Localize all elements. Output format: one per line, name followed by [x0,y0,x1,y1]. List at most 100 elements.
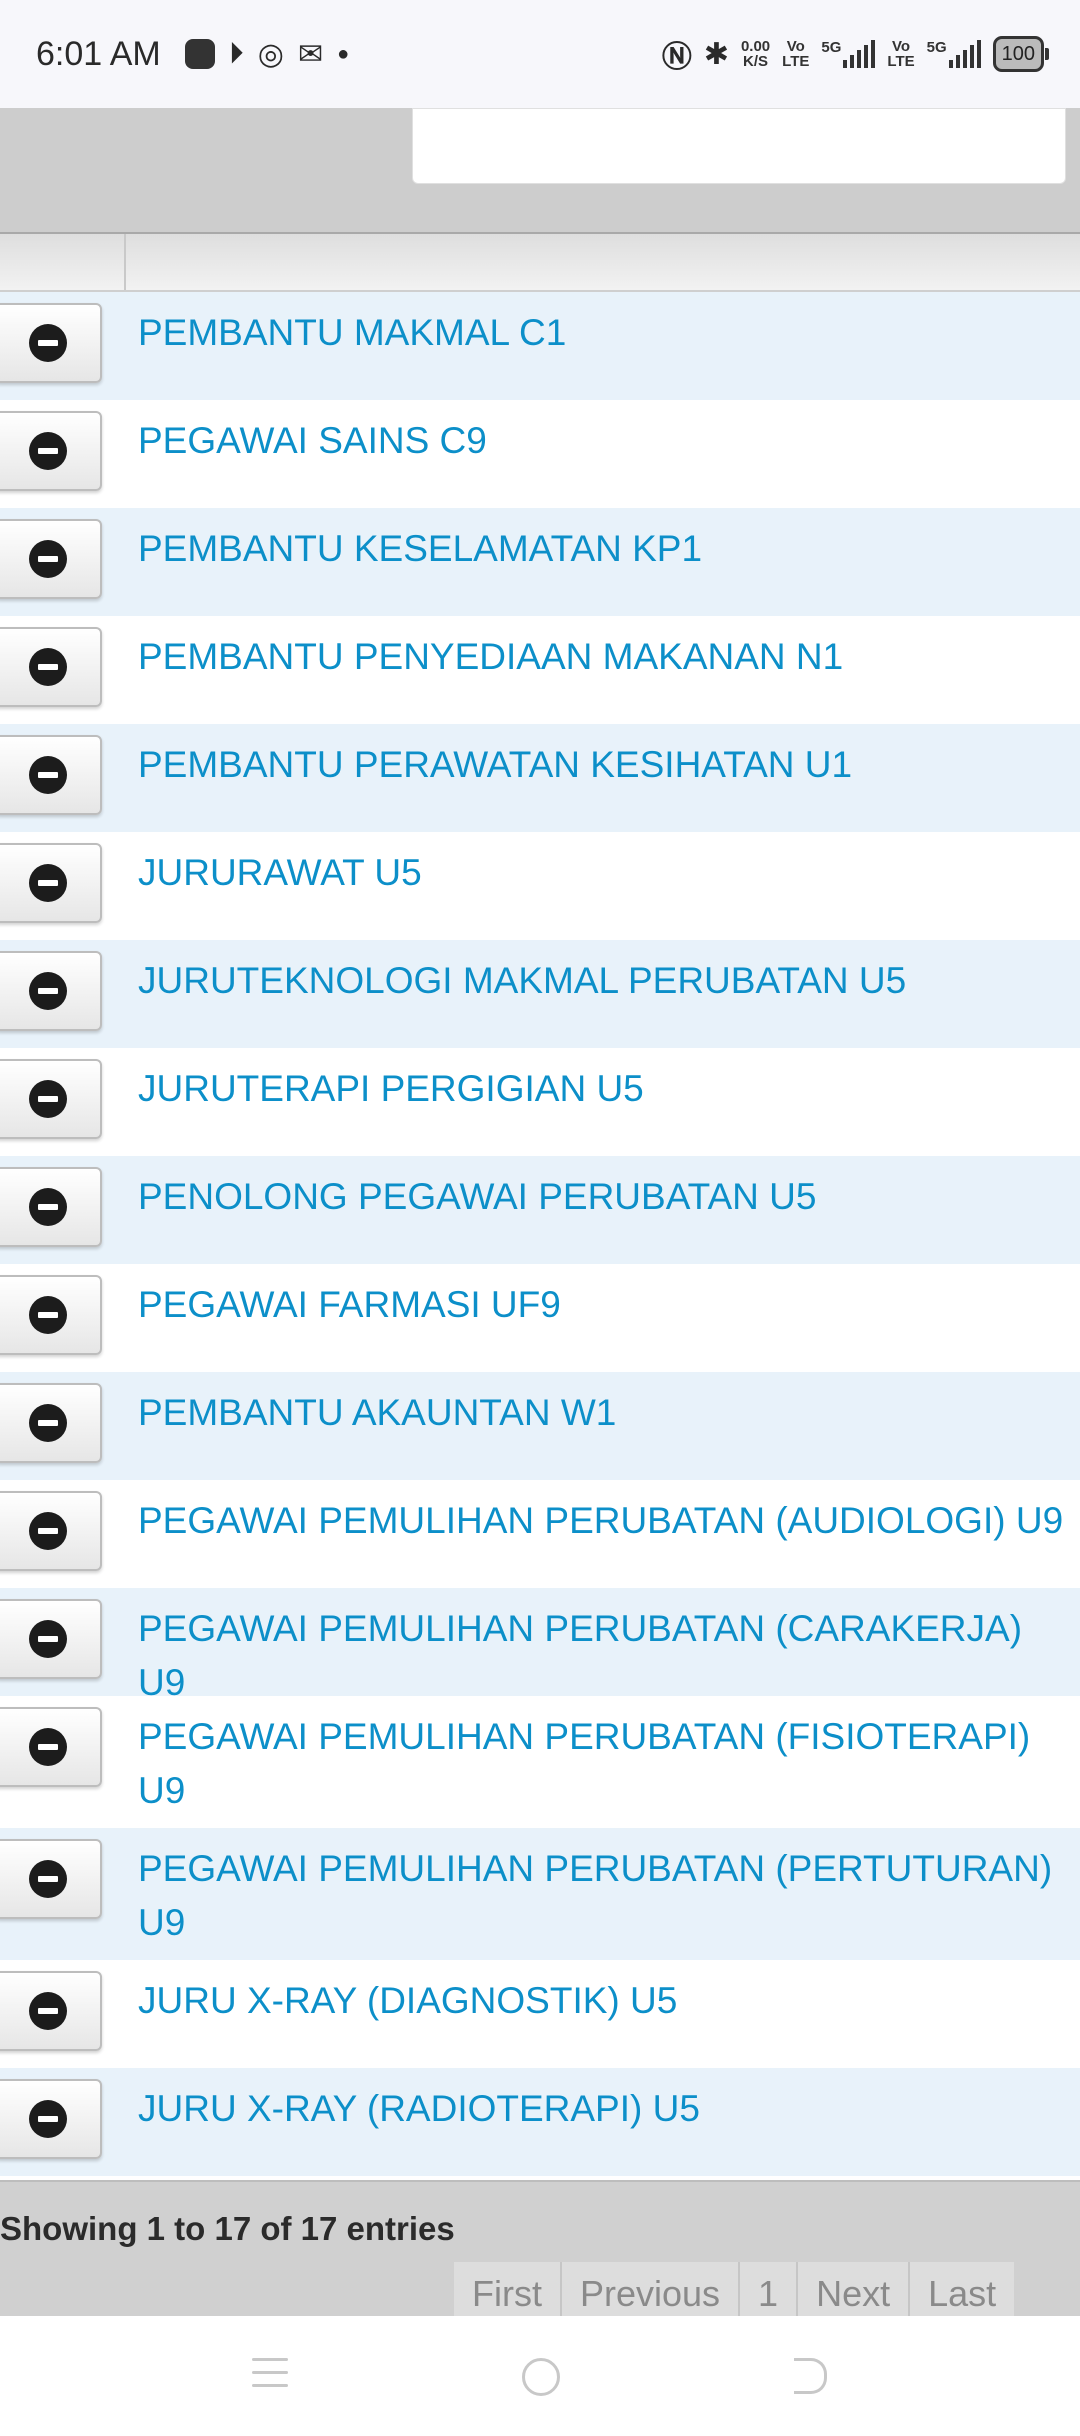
remove-row-button[interactable] [0,411,102,491]
sim1-volte: Vo LTE [782,38,810,70]
table-row: PEMBANTU MAKMAL C1 [0,292,1080,400]
first-page-button[interactable]: First [454,2262,562,2318]
battery-icon: 100 [992,36,1050,72]
row-link[interactable]: PEMBANTU AKAUNTAN W1 [138,1386,1072,1440]
column-divider [124,234,126,290]
last-page-button[interactable]: Last [910,2262,1015,2318]
page-1-button[interactable]: 1 [740,2262,799,2318]
row-link[interactable]: JURUTEKNOLOGI MAKMAL PERUBATAN U5 [138,954,1072,1008]
status-time: 6:01 AM [36,34,161,73]
remove-row-button[interactable] [0,303,102,383]
table-row: PEGAWAI PEMULIHAN PERUBATAN (AUDIOLOGI) … [0,1480,1080,1588]
remove-row-button[interactable] [0,1167,102,1247]
minus-circle-icon [29,1860,67,1898]
table-footer: Showing 1 to 17 of 17 entries First Prev… [0,2180,1080,2318]
app-icon [184,39,215,69]
minus-circle-icon [29,1188,67,1226]
remove-row-button[interactable] [0,1383,102,1463]
remove-row-button[interactable] [0,1491,102,1571]
remove-row-button[interactable] [0,951,102,1031]
minus-circle-icon [29,1728,67,1766]
minus-circle-icon [29,1620,67,1658]
entries-info: Showing 1 to 17 of 17 entries [0,2210,455,2247]
row-link[interactable]: JURURAWAT U5 [138,846,1072,900]
minus-circle-icon [29,972,67,1010]
table-row: PEGAWAI SAINS C9 [0,400,1080,508]
row-link[interactable]: PEMBANTU MAKMAL C1 [138,306,1072,360]
table-header[interactable] [0,232,1080,292]
remove-row-button[interactable] [0,627,102,707]
row-link[interactable]: JURU X-RAY (RADIOTERAPI) U5 [138,2082,1072,2136]
row-link[interactable]: PENOLONG PEGAWAI PERUBATAN U5 [138,1170,1072,1224]
table-row: JURUTERAPI PERGIGIAN U5 [0,1048,1080,1156]
previous-page-button[interactable]: Previous [561,2262,741,2318]
row-link[interactable]: PEGAWAI PEMULIHAN PERUBATAN (PERTUTURAN)… [138,1842,1072,1950]
minus-circle-icon [29,864,67,902]
row-link[interactable]: JURU X-RAY (DIAGNOSTIK) U5 [138,1974,1072,2028]
table-row: PEMBANTU PENYEDIAAN MAKANAN N1 [0,616,1080,724]
remove-row-button[interactable] [0,1275,102,1355]
table-row: PEMBANTU AKAUNTAN W1 [0,1372,1080,1480]
home-icon[interactable] [522,2358,560,2396]
table-row: PENOLONG PEGAWAI PERUBATAN U5 [0,1156,1080,1264]
row-link[interactable]: PEGAWAI FARMASI UF9 [138,1278,1072,1332]
row-link[interactable]: PEGAWAI PEMULIHAN PERUBATAN (CARAKERJA) … [138,1602,1072,1710]
table-row: PEGAWAI PEMULIHAN PERUBATAN (FISIOTERAPI… [0,1696,1080,1828]
system-icons: Ⓝ ✱ 0.00 K/S Vo LTE 5G Vo LTE 5G 100 [662,32,1050,76]
row-link[interactable]: PEGAWAI PEMULIHAN PERUBATAN (FISIOTERAPI… [138,1710,1072,1818]
row-link[interactable]: PEMBANTU PENYEDIAAN MAKANAN N1 [138,630,1072,684]
minus-circle-icon [29,648,67,686]
row-link[interactable]: PEGAWAI SAINS C9 [138,414,1072,468]
table-row: JURURAWAT U5 [0,832,1080,940]
minus-circle-icon [29,324,67,362]
table-body: PEMBANTU MAKMAL C1 PEGAWAI SAINS C9 PEMBAN… [0,292,1080,2176]
table-row: PEMBANTU KESELAMATAN KP1 [0,508,1080,616]
bluetooth-icon: ✱ [703,37,729,71]
table-row: PEGAWAI FARMASI UF9 [0,1264,1080,1372]
remove-row-button[interactable] [0,735,102,815]
status-bar: 6:01 AM ⏵ ◎ ✉ ● Ⓝ ✱ 0.00 K/S Vo LTE 5G V… [0,0,1080,108]
pagination: First Previous 1 Next Last [454,2262,1015,2318]
remove-row-button[interactable] [0,1707,102,1787]
minus-circle-icon [29,540,67,578]
back-icon[interactable] [794,2358,827,2394]
row-link[interactable]: JURUTERAPI PERGIGIAN U5 [138,1062,1072,1116]
notification-icons: ⏵ ◎ ✉ ● [184,37,350,72]
remove-row-button[interactable] [0,1059,102,1139]
minus-circle-icon [29,1992,67,2030]
table-row: JURU X-RAY (RADIOTERAPI) U5 [0,2068,1080,2176]
email-icon: ✉ [297,37,324,71]
remove-row-button[interactable] [0,2079,102,2159]
remove-row-button[interactable] [0,1839,102,1919]
sim1-signal-icon: 5G [821,40,876,68]
sim2-volte: Vo LTE [887,38,915,70]
table-row: PEGAWAI PEMULIHAN PERUBATAN (PERTUTURAN)… [0,1828,1080,1960]
row-link[interactable]: PEMBANTU KESELAMATAN KP1 [138,522,1072,576]
minus-circle-icon [29,1080,67,1118]
minus-circle-icon [29,1404,67,1442]
remove-row-button[interactable] [0,1599,102,1679]
table-row: JURUTEKNOLOGI MAKMAL PERUBATAN U5 [0,940,1080,1048]
recent-apps-icon[interactable] [252,2358,288,2397]
minus-circle-icon [29,432,67,470]
minus-circle-icon [29,1512,67,1550]
row-link[interactable]: PEMBANTU PERAWATAN KESIHATAN U1 [138,738,1072,792]
row-link[interactable]: PEGAWAI PEMULIHAN PERUBATAN (AUDIOLOGI) … [138,1494,1072,1548]
youtube-icon: ⏵ [228,37,244,70]
minus-circle-icon [29,756,67,794]
table-row: PEGAWAI PEMULIHAN PERUBATAN (CARAKERJA) … [0,1588,1080,1703]
table-controls [0,108,1080,232]
table-row: JURU X-RAY (DIAGNOSTIK) U5 [0,1960,1080,2068]
instagram-icon: ◎ [257,37,284,71]
search-input[interactable] [412,108,1066,184]
remove-row-button[interactable] [0,519,102,599]
remove-row-button[interactable] [0,843,102,923]
sim2-signal-icon: 5G [927,40,981,68]
table-row: PEMBANTU PERAWATAN KESIHATAN U1 [0,724,1080,832]
minus-circle-icon [29,2100,67,2138]
navigation-bar [0,2316,1080,2436]
dot-icon: ● [337,42,350,65]
net-speed: 0.00 K/S [740,38,771,70]
next-page-button[interactable]: Next [798,2262,911,2318]
remove-row-button[interactable] [0,1971,102,2051]
